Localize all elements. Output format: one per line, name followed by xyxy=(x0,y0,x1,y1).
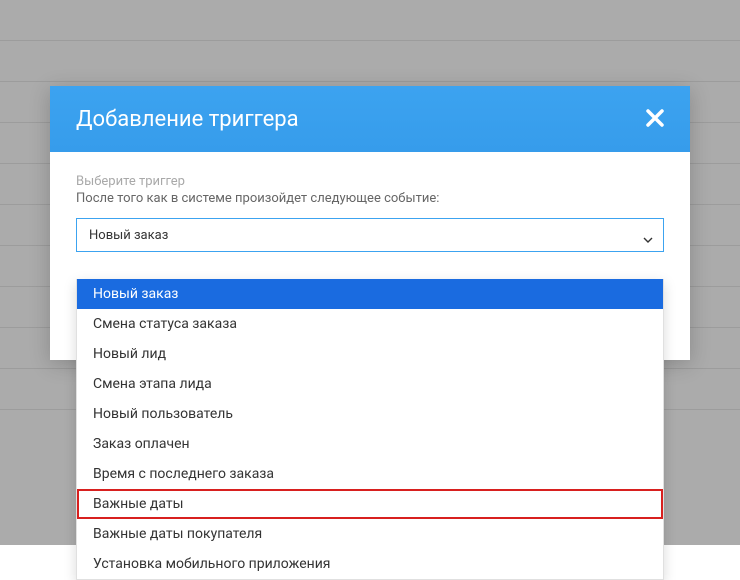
dropdown-option[interactable]: Заказ оплачен xyxy=(77,429,663,459)
close-icon[interactable] xyxy=(646,106,664,132)
trigger-select-value: Новый заказ xyxy=(89,228,168,243)
trigger-select-dropdown: Новый заказСмена статуса заказаНовый лид… xyxy=(76,279,664,580)
dropdown-option[interactable]: Важные даты xyxy=(77,489,663,519)
modal-header: Добавление триггера xyxy=(50,86,690,152)
dropdown-option[interactable]: Новый лид xyxy=(77,339,663,369)
dropdown-option[interactable]: Новый заказ xyxy=(77,279,663,309)
dropdown-option[interactable]: Установка мобильного приложения xyxy=(77,549,663,579)
chevron-down-icon xyxy=(643,232,653,238)
dropdown-option[interactable]: Смена статуса заказа xyxy=(77,309,663,339)
trigger-select[interactable]: Новый заказ xyxy=(76,218,664,252)
trigger-select-hint: После того как в системе произойдет след… xyxy=(76,191,664,206)
dropdown-option[interactable]: Смена этапа лида xyxy=(77,369,663,399)
dropdown-option[interactable]: Новый пользователь xyxy=(77,399,663,429)
dropdown-option[interactable]: Время с последнего заказа xyxy=(77,459,663,489)
trigger-select-label: Выберите триггер xyxy=(76,174,664,189)
modal-title: Добавление триггера xyxy=(76,107,299,132)
